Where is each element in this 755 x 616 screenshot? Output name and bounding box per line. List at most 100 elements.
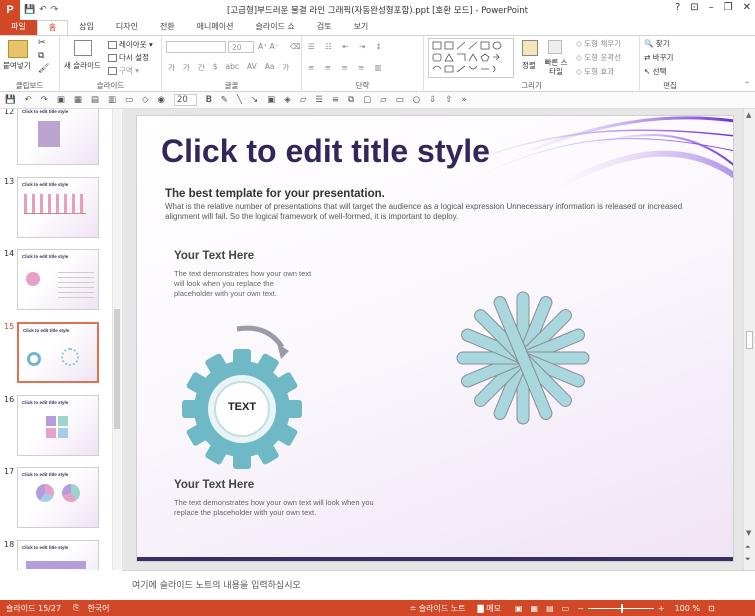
qat-fill-icon[interactable]: ◈	[284, 95, 291, 105]
qat-line-icon[interactable]: ╲	[237, 95, 242, 105]
font-color-icon[interactable]: 가	[283, 62, 290, 73]
ribbon-display-button[interactable]: ⊡	[690, 2, 698, 13]
select-button[interactable]: ↖ 선택	[644, 66, 666, 77]
qat-rounded-rect-icon[interactable]: ▭	[396, 95, 404, 105]
tab-insert[interactable]: 삽입	[68, 20, 105, 35]
quick-styles-button[interactable]: 빠른 스타일	[542, 58, 570, 76]
slide-subtitle[interactable]: The best template for your presentation.	[165, 188, 385, 200]
paste-icon[interactable]	[8, 40, 28, 58]
qat-pen-icon[interactable]: ✎	[221, 95, 228, 105]
qat-callout-icon[interactable]: ▱	[380, 95, 387, 105]
qat-table-icon[interactable]: ▤	[91, 95, 99, 105]
qat-shape-icon[interactable]: ◇	[142, 95, 149, 105]
flower-graphic[interactable]	[453, 288, 593, 428]
italic-icon[interactable]: 가	[183, 62, 190, 73]
bold-icon[interactable]: 가	[168, 62, 175, 73]
new-slide-icon[interactable]	[74, 40, 92, 56]
slide-sorter-icon[interactable]: ▦	[531, 604, 539, 613]
minimize-button[interactable]: –	[709, 2, 714, 13]
section-button[interactable]: 구역 ▾	[108, 65, 139, 76]
scroll-up-icon[interactable]: ▲	[746, 111, 751, 119]
strike-icon[interactable]: abc	[226, 62, 239, 73]
tab-home[interactable]: 홈	[36, 20, 69, 35]
zoom-slider-thumb[interactable]	[620, 603, 623, 613]
shapes-gallery[interactable]	[428, 38, 514, 78]
shape-outline-button[interactable]: ◇ 도형 윤곽선	[576, 52, 621, 63]
block1-heading[interactable]: Your Text Here	[174, 250, 254, 262]
underline-icon[interactable]: 간	[198, 62, 205, 73]
qat-cell-icon[interactable]: ▥	[108, 95, 116, 105]
thumb-slide-15[interactable]: Click to edit title style	[17, 322, 99, 383]
close-button[interactable]: ✕	[743, 2, 751, 13]
thumb-slide-16[interactable]: Click to edit title style	[17, 395, 99, 456]
align-icons[interactable]: ≡ ≡ ≡ ≡ ▥	[308, 63, 386, 72]
paste-button[interactable]: 붙여넣기	[3, 60, 31, 71]
qat-color-icon[interactable]: ◉	[158, 95, 165, 105]
tab-animations[interactable]: 애니메이션	[186, 20, 245, 35]
qat-up-arrow-icon[interactable]: ⇧	[445, 95, 452, 105]
tab-review[interactable]: 검토	[306, 20, 343, 35]
notes-toggle[interactable]: ≐ 슬라이드 노트	[410, 603, 466, 614]
gear-label[interactable]: TEXT	[217, 401, 267, 413]
qat-circle-icon[interactable]: ○	[413, 95, 420, 105]
slideshow-view-icon[interactable]: ▭	[562, 604, 570, 613]
save-icon[interactable]: 💾	[24, 5, 35, 15]
help-button[interactable]: ?	[675, 2, 680, 13]
case-icon[interactable]: Aa	[265, 62, 275, 73]
find-button[interactable]: 🔍 찾기	[644, 38, 670, 49]
thumb-slide-17[interactable]: Click to edit title style	[17, 467, 99, 528]
thumb-slide-13[interactable]: Click to edit title style	[17, 177, 99, 238]
collapse-ribbon-icon[interactable]: ⌃	[744, 80, 750, 89]
scroll-down-icon[interactable]: ▼	[746, 529, 751, 537]
new-slide-button[interactable]: 새 슬라이드	[64, 60, 101, 71]
spell-check-icon[interactable]: ⎘	[73, 603, 79, 613]
zoom-slider[interactable]	[587, 603, 654, 613]
qat-text-box-icon[interactable]: ▭	[125, 95, 133, 105]
tab-slideshow[interactable]: 슬라이드 쇼	[244, 20, 305, 35]
zoom-level[interactable]: 100 %	[675, 604, 700, 613]
cut-icon[interactable]: ✂	[38, 38, 46, 48]
zoom-out-icon[interactable]: −	[577, 604, 584, 613]
comments-toggle[interactable]: ▇ 메모	[478, 603, 501, 614]
slide-vertical-scrollbar[interactable]: ▲ ▼ ⏶ ⏷	[743, 109, 755, 570]
clear-format-icon[interactable]: ⌫	[290, 42, 301, 51]
restore-button[interactable]: ❐	[724, 2, 733, 13]
zoom-in-icon[interactable]: +	[658, 604, 665, 613]
qat-redo-icon[interactable]: ↷	[41, 95, 48, 105]
qat-outline-icon[interactable]: ▱	[300, 95, 307, 105]
shadow-icon[interactable]: $	[213, 62, 218, 73]
slide-canvas[interactable]: Click to edit title style The best templ…	[136, 115, 734, 562]
tab-design[interactable]: 디자인	[105, 20, 149, 35]
block2-text[interactable]: The text demonstrates how your own text …	[174, 498, 394, 518]
arrange-button[interactable]: 정렬	[522, 60, 536, 71]
spacing-icon[interactable]: AV	[247, 62, 257, 73]
qat-align-icon[interactable]: ≡	[332, 95, 339, 105]
block1-text[interactable]: The text demonstrates how your own text …	[174, 269, 314, 299]
font-grow-icon[interactable]: A⁺ A⁻	[258, 42, 279, 51]
arrange-icon[interactable]	[522, 40, 538, 56]
format-painter-icon[interactable]: 🖌	[38, 64, 49, 74]
qat-rect-icon[interactable]: ▢	[363, 95, 371, 105]
font-size-box[interactable]: 20	[228, 41, 254, 53]
language-indicator[interactable]: 한국어	[87, 603, 109, 614]
qat-arrange-icon[interactable]: ▣	[267, 95, 275, 105]
layout-button[interactable]: 레이아웃 ▾	[108, 39, 153, 50]
tab-transitions[interactable]: 전환	[149, 20, 186, 35]
qat-save-icon[interactable]: 💾	[5, 95, 16, 105]
font-name-box[interactable]	[166, 41, 226, 53]
qat-undo-icon[interactable]: ↶	[25, 95, 32, 105]
qat-font-size-box[interactable]: 20	[173, 94, 197, 106]
reading-view-icon[interactable]: ▤	[546, 604, 554, 613]
next-slide-icon[interactable]: ⏷	[745, 555, 751, 564]
shape-fill-button[interactable]: ◇ 도형 채우기	[576, 38, 621, 49]
slide-scroll-thumb[interactable]	[746, 331, 753, 349]
thumb-slide-12[interactable]: Click to edit title style	[17, 109, 99, 165]
thumb-slide-18[interactable]: Click to edit title style	[17, 540, 99, 570]
tab-view[interactable]: 보기	[343, 20, 380, 35]
redo-icon[interactable]: ↷	[51, 5, 59, 15]
prev-slide-icon[interactable]: ⏶	[745, 543, 751, 552]
qat-start-icon[interactable]: ▣	[57, 95, 65, 105]
qat-down-arrow-icon[interactable]: ⇩	[429, 95, 436, 105]
copy-icon[interactable]: ⧉	[38, 51, 44, 61]
notes-pane[interactable]: 여기에 슬라이드 노트의 내용을 입력하십시오	[122, 570, 755, 600]
